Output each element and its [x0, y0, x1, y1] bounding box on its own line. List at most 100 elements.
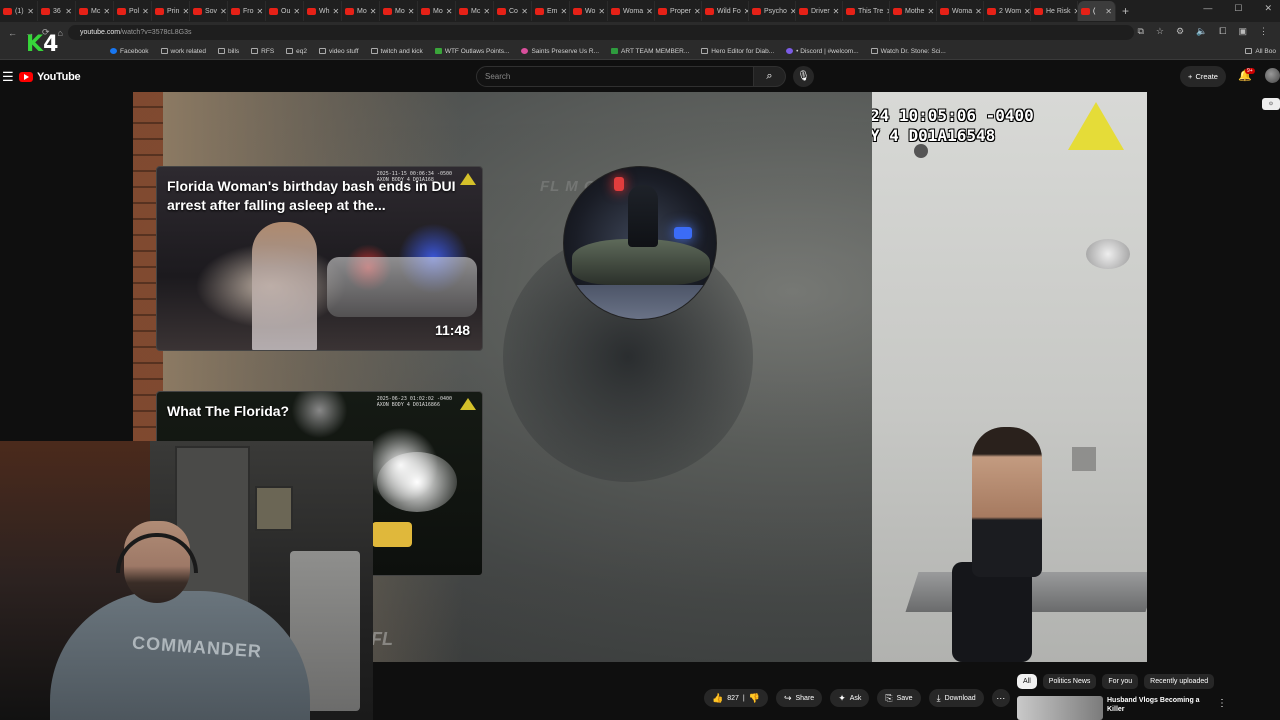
bookmark-item[interactable]: RFS [251, 48, 274, 55]
close-tab-icon[interactable]: ✕ [1024, 7, 1030, 16]
menu-icon[interactable]: ⋮ [1259, 26, 1268, 37]
browser-tab[interactable]: Woma ✕ [937, 1, 984, 21]
close-tab-icon[interactable]: ✕ [483, 7, 490, 16]
youtube-logo[interactable]: YouTube [19, 71, 81, 83]
browser-tab[interactable]: Wild Fo✕ [702, 1, 749, 21]
close-tab-icon[interactable]: ✕ [646, 7, 653, 16]
browser-tab[interactable]: Wh ✕ [304, 1, 342, 21]
browser-tab[interactable]: Mo ✕ [342, 1, 380, 21]
search-input[interactable]: Search [476, 66, 754, 87]
new-tab-icon[interactable]: + [1116, 4, 1135, 18]
bookmark-item[interactable]: eq2 [286, 48, 307, 55]
up-next-item[interactable]: Husband Vlogs Becoming a Killer ⋮ [1017, 694, 1280, 720]
browser-tab[interactable]: He Risk✕ [1031, 1, 1078, 21]
browser-tab[interactable]: (1) ✕ [0, 1, 38, 21]
cc-chip[interactable]: ⊙ [1262, 98, 1280, 110]
bookmark-item[interactable]: work related [160, 48, 206, 55]
bookmark-item[interactable]: twitch and kick [370, 48, 423, 55]
download-button[interactable]: ⤓ Download [928, 689, 984, 707]
extension-icon[interactable]: ⚙ [1176, 26, 1184, 37]
save-button[interactable]: ⎘ Save [877, 689, 921, 707]
close-tab-icon[interactable]: ✕ [333, 7, 340, 16]
chip-all[interactable]: All [1017, 674, 1037, 689]
create-button[interactable]: + Create [1180, 66, 1226, 87]
browser-tab[interactable]: Pol ✕ [114, 1, 152, 21]
browser-tab[interactable]: This Tre✕ [843, 1, 890, 21]
video-thumbnail-card[interactable]: 2025-11-15 00:06:34 -0500 AXON BODY 4 D0… [156, 166, 483, 351]
browser-tab[interactable]: Em ✕ [532, 1, 570, 21]
minimize-icon[interactable]: — [1203, 3, 1212, 14]
browser-tab[interactable]: Wo ✕ [570, 1, 608, 21]
browser-tab[interactable]: 2 Wom ✕ [984, 1, 1031, 21]
up-next-thumbnail[interactable] [1017, 696, 1103, 720]
thumbs-down-icon[interactable]: 👎 [749, 693, 760, 704]
browser-tab[interactable]: Mo ✕ [380, 1, 418, 21]
more-actions-button[interactable]: ⋯ [991, 689, 1010, 707]
cast-icon[interactable]: ⧉ [1137, 26, 1143, 37]
browser-tab[interactable]: Driver ✕ [796, 1, 843, 21]
close-tab-icon[interactable]: ✕ [446, 7, 453, 16]
browser-tab[interactable]: Psycho✕ [749, 1, 796, 21]
close-window-icon[interactable]: ✕ [1264, 3, 1272, 14]
close-tab-icon[interactable]: ✕ [521, 7, 528, 16]
url-field[interactable]: youtube.com/watch?v=3578cL8G3s [68, 25, 1134, 40]
close-tab-icon[interactable]: ✕ [293, 7, 300, 16]
close-tab-icon[interactable]: ✕ [182, 7, 189, 16]
maximize-icon[interactable]: ☐ [1234, 3, 1242, 14]
search-button[interactable]: ⌕ [754, 66, 786, 87]
extensions-puzzle-icon[interactable]: ⧠ [1219, 26, 1226, 37]
audio-icon[interactable]: 🔈 [1196, 26, 1207, 37]
close-tab-icon[interactable]: ✕ [257, 7, 264, 16]
bookmark-item[interactable]: video stuff [319, 48, 359, 55]
browser-tab[interactable]: Mc ✕ [456, 1, 494, 21]
sidepanel-icon[interactable]: ▣ [1238, 26, 1247, 37]
browser-tab[interactable]: Prin ✕ [152, 1, 190, 21]
browser-tab[interactable]: Mothe ✕ [890, 1, 937, 21]
chip-recently-uploaded[interactable]: Recently uploaded [1144, 674, 1215, 689]
browser-tab[interactable]: Proper ✕ [655, 1, 702, 21]
back-icon[interactable]: ← [8, 28, 17, 38]
browser-tab-active[interactable]: (✕ [1078, 1, 1116, 21]
share-button[interactable]: ↪ Share [775, 689, 823, 707]
chip-for-you[interactable]: For you [1102, 674, 1139, 689]
more-vertical-icon[interactable]: ⋮ [1217, 698, 1227, 709]
browser-tab[interactable]: 36 ✕ [38, 1, 76, 21]
close-tab-icon[interactable]: ✕ [561, 7, 568, 16]
close-tab-icon[interactable]: ✕ [833, 7, 840, 16]
browser-tab[interactable]: Mc ✕ [76, 1, 114, 21]
ask-button[interactable]: ✦ Ask [830, 689, 870, 707]
close-tab-icon[interactable]: ✕ [975, 7, 982, 16]
all-bookmarks[interactable]: All Boo [1245, 48, 1276, 55]
browser-tab[interactable]: Mo ✕ [418, 1, 456, 21]
hamburger-menu-icon[interactable]: ☰ [2, 69, 14, 85]
bookmark-item[interactable]: • Discord | #welcom... [786, 48, 859, 55]
browser-tab[interactable]: Co ✕ [494, 1, 532, 21]
close-tab-icon[interactable]: ✕ [408, 7, 415, 16]
channel-logo-alligator-police[interactable] [563, 166, 717, 320]
close-tab-icon[interactable]: ✕ [65, 7, 72, 16]
bookmark-star-icon[interactable]: ☆ [1156, 26, 1164, 37]
close-tab-icon[interactable]: ✕ [142, 7, 149, 16]
like-button[interactable]: 👍 827 | 👎 [704, 689, 768, 707]
close-tab-icon[interactable]: ✕ [694, 7, 701, 16]
close-tab-icon[interactable]: ✕ [103, 7, 110, 16]
bookmark-item[interactable]: WTF Outlaws Points... [434, 48, 509, 55]
chip-politics-news[interactable]: Politics News [1042, 674, 1097, 689]
avatar[interactable] [1265, 68, 1280, 83]
bookmark-item[interactable]: Saints Preserve Us R... [521, 48, 599, 55]
browser-tab[interactable]: Sov ✕ [190, 1, 228, 21]
browser-tab[interactable]: Woma ✕ [608, 1, 655, 21]
bookmark-item[interactable]: Watch Dr. Stone: Sci... [870, 48, 946, 55]
bookmark-item[interactable]: ART TEAM MEMBER... [611, 48, 689, 55]
bookmark-item[interactable]: bills [217, 48, 239, 55]
bookmark-item[interactable]: Facebook [110, 48, 149, 55]
voice-search-button[interactable]: 🎙 [793, 66, 814, 87]
up-next-title[interactable]: Husband Vlogs Becoming a Killer [1107, 696, 1217, 714]
bookmark-item[interactable]: Hero Editor for Diab... [701, 48, 774, 55]
close-tab-icon[interactable]: ✕ [220, 7, 227, 16]
close-tab-icon[interactable]: ✕ [598, 7, 605, 16]
browser-tab[interactable]: Ou ✕ [266, 1, 304, 21]
close-tab-icon[interactable]: ✕ [927, 7, 934, 16]
close-tab-icon[interactable]: ✕ [1105, 7, 1112, 16]
browser-tab[interactable]: Fro ✕ [228, 1, 266, 21]
